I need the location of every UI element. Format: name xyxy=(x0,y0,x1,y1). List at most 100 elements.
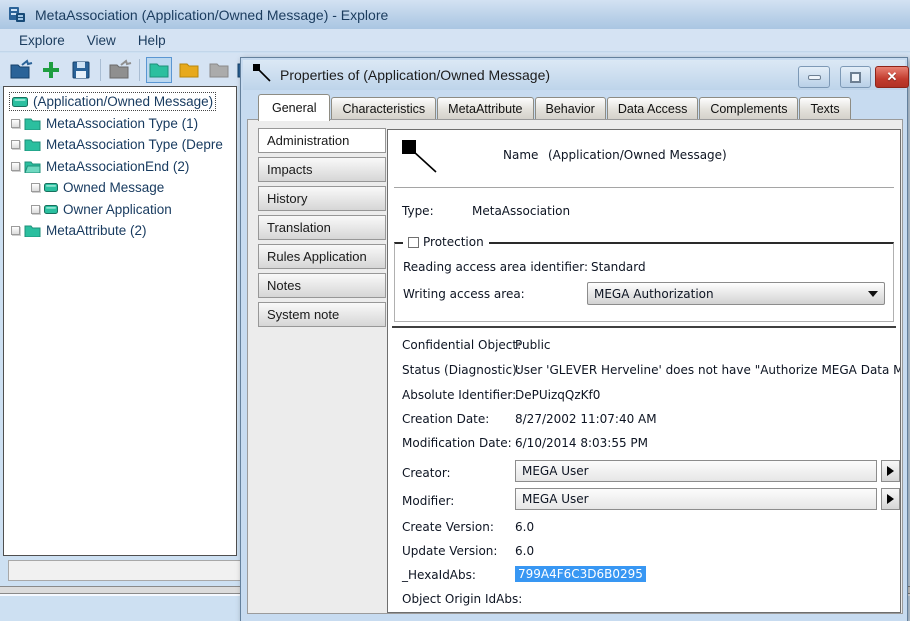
side-tab-history[interactable]: History xyxy=(258,186,386,211)
folder-gray-button[interactable] xyxy=(206,57,232,83)
side-tab-bar: Administration Impacts History Translati… xyxy=(258,128,386,327)
side-tab-system-note[interactable]: System note xyxy=(258,302,386,327)
general-tab-page: Administration Impacts History Translati… xyxy=(247,119,903,614)
tree-item-metaattribute[interactable]: MetaAttribute (2) xyxy=(4,220,236,242)
administration-panel: Name (Application/Owned Message) Type: M… xyxy=(387,129,901,613)
tree-item-label: MetaAssociation Type (1) xyxy=(46,116,198,131)
absolute-identifier-label: Absolute Identifier: xyxy=(402,388,516,402)
menu-explore[interactable]: Explore xyxy=(10,31,74,50)
creator-picker-button[interactable] xyxy=(881,460,900,482)
tab-general[interactable]: General xyxy=(258,94,330,121)
writing-access-value: MEGA Authorization xyxy=(594,287,714,301)
side-tab-notes[interactable]: Notes xyxy=(258,273,386,298)
update-version-label: Update Version: xyxy=(402,544,497,558)
protection-group: Protection Reading access area identifie… xyxy=(394,242,894,322)
menu-help[interactable]: Help xyxy=(129,31,175,50)
tree-expander-icon[interactable] xyxy=(31,183,40,192)
chevron-down-icon xyxy=(868,291,878,297)
minimize-icon xyxy=(808,75,821,80)
properties-dialog: Properties of (Application/Owned Message… xyxy=(240,57,908,621)
save-button[interactable] xyxy=(68,57,94,83)
modifier-picker-button[interactable] xyxy=(881,488,900,510)
current-folder-button[interactable] xyxy=(146,57,172,83)
add-icon xyxy=(41,60,61,80)
side-tab-impacts[interactable]: Impacts xyxy=(258,157,386,182)
tab-characteristics[interactable]: Characteristics xyxy=(331,97,436,120)
tree-expander-icon[interactable] xyxy=(31,205,40,214)
tree-item-metaassociationend[interactable]: MetaAssociationEnd (2) xyxy=(4,156,236,178)
association-icon xyxy=(44,183,58,192)
modifier-value: MEGA User xyxy=(522,492,589,506)
restore-icon xyxy=(850,72,861,83)
dialog-title: Properties of (Application/Owned Message… xyxy=(280,67,550,83)
arrow-right-icon xyxy=(887,494,894,504)
side-tab-rules-application[interactable]: Rules Application xyxy=(258,244,386,269)
window-titlebar: MetaAssociation (Application/Owned Messa… xyxy=(0,0,910,29)
dialog-tab-bar: General Characteristics MetaAttribute Be… xyxy=(258,93,852,120)
tab-behavior[interactable]: Behavior xyxy=(535,97,606,120)
open-session-button[interactable] xyxy=(8,57,34,83)
hexa-id-label: _HexaIdAbs: xyxy=(402,568,476,582)
creator-field[interactable]: MEGA User xyxy=(515,460,877,482)
writing-access-label: Writing access area: xyxy=(403,287,525,301)
tree-item-label: MetaAssociationEnd (2) xyxy=(46,159,189,174)
modification-date-value: 6/10/2014 8:03:55 PM xyxy=(515,436,648,450)
close-button[interactable]: ✕ xyxy=(875,66,909,88)
protection-checkbox[interactable] xyxy=(408,237,419,248)
writing-access-dropdown[interactable]: MEGA Authorization xyxy=(587,282,885,305)
folder-icon xyxy=(24,224,41,237)
tree-item-metaassociation-type-deprecated[interactable]: MetaAssociation Type (Depre xyxy=(4,134,236,156)
tree-expander-icon[interactable] xyxy=(11,162,20,171)
tab-complements[interactable]: Complements xyxy=(699,97,798,120)
type-value: MetaAssociation xyxy=(472,204,570,218)
create-version-label: Create Version: xyxy=(402,520,494,534)
protection-label: Protection xyxy=(423,235,484,249)
status-diagnostic-label: Status (Diagnostic): xyxy=(402,363,521,377)
folder-icon xyxy=(24,117,41,130)
arrow-right-icon xyxy=(887,466,894,476)
add-button[interactable] xyxy=(38,57,64,83)
tree-expander-icon[interactable] xyxy=(11,140,20,149)
app-icon xyxy=(7,4,29,26)
folder-icon xyxy=(24,138,41,151)
creation-date-label: Creation Date: xyxy=(402,412,489,426)
tree-expander-icon[interactable] xyxy=(11,119,20,128)
tab-metaattribute[interactable]: MetaAttribute xyxy=(437,97,533,120)
name-value[interactable]: (Application/Owned Message) xyxy=(548,148,727,162)
minimize-button[interactable] xyxy=(798,66,830,88)
side-tab-translation[interactable]: Translation xyxy=(258,215,386,240)
modifier-field[interactable]: MEGA User xyxy=(515,488,877,510)
open-folder-icon xyxy=(108,59,132,81)
tree-item-application-owned-message[interactable]: (Application/Owned Message) xyxy=(4,91,236,113)
tree-item-owned-message[interactable]: Owned Message xyxy=(4,177,236,199)
tab-data-access[interactable]: Data Access xyxy=(607,97,698,120)
tree-item-owner-application[interactable]: Owner Application xyxy=(4,199,236,221)
absolute-identifier-value: DePUizqQzKf0 xyxy=(515,388,600,402)
confidential-object-label: Confidential Object: xyxy=(402,338,521,352)
folder-yellow-icon xyxy=(179,62,199,78)
menu-view[interactable]: View xyxy=(78,31,125,50)
folder-open-icon xyxy=(24,160,41,173)
hexa-id-value[interactable]: 799A4F6C3D6B0295 xyxy=(515,566,646,582)
restore-button[interactable] xyxy=(840,66,871,88)
association-icon xyxy=(44,205,58,214)
folder-yellow-button[interactable] xyxy=(176,57,202,83)
association-pen-icon xyxy=(252,63,272,88)
open-folder-button[interactable] xyxy=(107,57,133,83)
tree-item-label: Owned Message xyxy=(63,180,164,195)
tab-texts[interactable]: Texts xyxy=(799,97,850,120)
separator xyxy=(394,187,894,188)
side-tab-administration[interactable]: Administration xyxy=(258,128,386,153)
status-diagnostic-value: User 'GLEVER Herveline' does not have "A… xyxy=(515,363,901,377)
update-version-value: 6.0 xyxy=(515,544,534,558)
tree-item-metaassociation-type-1[interactable]: MetaAssociation Type (1) xyxy=(4,113,236,135)
window-title: MetaAssociation (Application/Owned Messa… xyxy=(35,7,388,23)
open-session-icon xyxy=(9,59,33,81)
current-folder-icon xyxy=(149,62,169,78)
tree-expander-icon[interactable] xyxy=(11,226,20,235)
toolbar-separator xyxy=(139,59,140,81)
type-label: Type: xyxy=(402,204,434,218)
object-tree: (Application/Owned Message) MetaAssociat… xyxy=(3,86,237,556)
tree-item-label: (Application/Owned Message) xyxy=(33,94,213,109)
tree-item-label: Owner Application xyxy=(63,202,172,217)
